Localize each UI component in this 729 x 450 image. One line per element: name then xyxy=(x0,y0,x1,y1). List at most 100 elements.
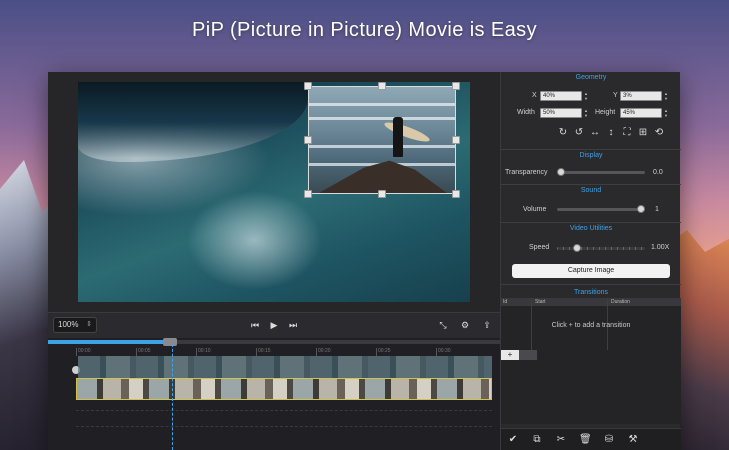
video-track-pip[interactable] xyxy=(76,378,492,400)
volume-value: 1 xyxy=(655,206,659,213)
section-divider xyxy=(501,284,681,285)
capture-image-button[interactable]: Capture Image xyxy=(512,264,670,278)
y-label: Y xyxy=(613,92,618,99)
volume-label: Volume xyxy=(523,206,547,213)
speed-label: Speed xyxy=(529,244,550,251)
sound-heading: Sound xyxy=(580,187,602,194)
ruler-tick: 00:05 xyxy=(136,348,151,356)
chevron-updown-icon: ⇕ xyxy=(86,321,92,328)
width-label: Width xyxy=(517,109,535,116)
settings-icon[interactable]: ⚙ xyxy=(458,318,472,332)
fit-icon[interactable]: ⛶ xyxy=(621,127,633,139)
rotate-left-icon[interactable]: ↺ xyxy=(573,127,585,139)
section-divider xyxy=(501,184,681,185)
progress-fill xyxy=(48,340,171,344)
bottom-toolbar: ✔ ⧉ ✂ 🗑 ⛁ ⚒ xyxy=(501,428,681,450)
resize-handle-right[interactable] xyxy=(452,136,460,144)
transitions-empty-text: Click + to add a transition xyxy=(551,322,631,329)
pip-foam xyxy=(309,117,455,120)
flip-horizontal-icon[interactable]: ↔ xyxy=(589,127,601,139)
col-start: Start xyxy=(535,299,546,305)
height-stepper[interactable]: ▲ ▼ xyxy=(663,108,669,118)
add-transition-button[interactable]: + xyxy=(501,350,519,360)
x-field[interactable]: 40% xyxy=(540,91,582,101)
paint-bucket-icon[interactable]: ⛁ xyxy=(603,434,615,446)
rotate-right-icon[interactable]: ↻ xyxy=(557,127,569,139)
height-field[interactable]: 45% xyxy=(620,108,662,118)
pip-overlay-video[interactable] xyxy=(308,86,456,194)
speed-slider[interactable] xyxy=(557,244,645,252)
volume-slider[interactable] xyxy=(557,205,645,213)
preview-stage xyxy=(48,72,500,312)
volume-slider-thumb[interactable] xyxy=(637,205,645,213)
resize-handle-left[interactable] xyxy=(304,136,312,144)
display-heading: Display xyxy=(579,152,603,159)
lane-divider xyxy=(76,426,492,427)
ruler-tick: 00:25 xyxy=(376,348,391,356)
check-icon[interactable]: ✔ xyxy=(507,434,519,446)
width-stepper[interactable]: ▲ ▼ xyxy=(583,108,589,118)
ruler-tick: 00:30 xyxy=(436,348,451,356)
resize-handle-top-right[interactable] xyxy=(452,82,460,90)
skip-forward-icon[interactable]: ⏭ xyxy=(286,318,300,332)
y-field[interactable]: 3% xyxy=(620,91,662,101)
zoom-value: 100% xyxy=(58,320,79,329)
ruler-tick: 00:20 xyxy=(316,348,331,356)
playhead[interactable] xyxy=(172,344,173,450)
pip-surfboard xyxy=(382,119,432,145)
copy-icon[interactable]: ⧉ xyxy=(531,434,543,446)
scissors-icon[interactable]: ✂ xyxy=(555,434,567,446)
progress-knob[interactable] xyxy=(163,338,178,346)
transparency-slider-thumb[interactable] xyxy=(557,168,565,176)
resize-handle-bottom[interactable] xyxy=(378,190,386,198)
fullscreen-icon[interactable]: ⤡ xyxy=(436,318,450,332)
playback-bar: 100% ⇕ ⏮ ▶ ⏭ ⤡ ⚙ ⇪ xyxy=(48,312,500,338)
ruler-tick: 00:10 xyxy=(196,348,211,356)
section-divider xyxy=(501,149,681,150)
trash-icon[interactable]: 🗑 xyxy=(579,434,592,446)
resize-handle-bottom-right[interactable] xyxy=(452,190,460,198)
headline: PiP (Picture in Picture) Movie is Easy xyxy=(192,19,537,41)
transitions-table[interactable]: Id Start Duration Click + to add a trans… xyxy=(501,298,681,424)
video-utilities-heading: Video Utilities xyxy=(569,225,613,232)
lane-divider xyxy=(76,410,492,411)
pip-foam xyxy=(309,145,455,148)
resize-handle-bottom-left[interactable] xyxy=(304,190,312,198)
timeline[interactable]: 00:00 00:05 00:10 00:15 00:20 00:25 00:3… xyxy=(48,338,500,450)
col-id: Id xyxy=(503,299,508,305)
timeline-progress[interactable] xyxy=(48,338,500,346)
zoom-select[interactable]: 100% ⇕ xyxy=(53,317,97,333)
col-duration: Duration xyxy=(611,299,630,305)
ruler-tick: 00:00 xyxy=(76,348,91,356)
transitions-table-header: Id Start Duration xyxy=(501,298,681,306)
transitions-heading: Transitions xyxy=(574,289,608,296)
ruler-tick: 00:15 xyxy=(256,348,271,356)
flip-vertical-icon[interactable]: ↕ xyxy=(605,127,617,139)
inspector-panel: Geometry X 40% ▲ ▼ Y 3% ▲ ▼ Width 50% ▲ ▼ H… xyxy=(500,72,681,450)
y-stepper[interactable]: ▲ ▼ xyxy=(663,91,669,101)
geometry-heading: Geometry xyxy=(575,74,607,81)
height-label: Height xyxy=(595,109,616,116)
fill-icon[interactable]: ⊞ xyxy=(637,127,649,139)
pip-foam xyxy=(309,103,455,106)
time-ruler: 00:00 00:05 00:10 00:15 00:20 00:25 00:3… xyxy=(76,348,500,356)
remove-transition-button[interactable] xyxy=(519,350,537,360)
x-stepper[interactable]: ▲ ▼ xyxy=(583,91,589,101)
play-icon[interactable]: ▶ xyxy=(267,318,281,332)
x-label: X xyxy=(532,92,537,99)
transparency-value: 0.0 xyxy=(653,169,663,176)
resize-handle-top-left[interactable] xyxy=(304,82,312,90)
export-icon[interactable]: ⇪ xyxy=(480,318,494,332)
video-track-background[interactable] xyxy=(78,356,492,378)
section-divider xyxy=(501,222,681,223)
resize-handle-top[interactable] xyxy=(378,82,386,90)
transparency-slider[interactable] xyxy=(557,168,645,176)
transparency-label: Transparency xyxy=(505,169,548,176)
speed-slider-thumb[interactable] xyxy=(573,244,581,252)
reset-icon[interactable]: ⟲ xyxy=(653,127,665,139)
app-window: 100% ⇕ ⏮ ▶ ⏭ ⤡ ⚙ ⇪ 00:00 00:05 00:10 00:… xyxy=(48,72,681,450)
speed-value: 1.00X xyxy=(651,244,670,251)
skip-back-icon[interactable]: ⏮ xyxy=(248,318,262,332)
width-field[interactable]: 50% xyxy=(540,108,582,118)
tools-icon[interactable]: ⚒ xyxy=(627,434,639,446)
